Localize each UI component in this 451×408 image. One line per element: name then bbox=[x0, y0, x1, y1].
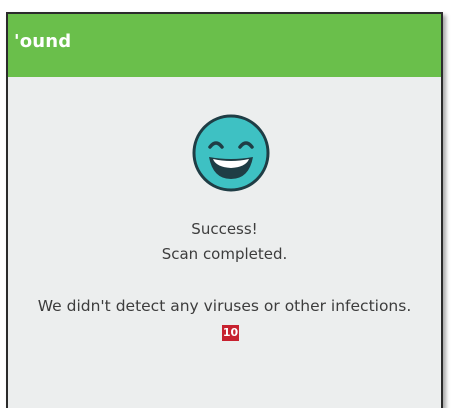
window-title: 'ound bbox=[14, 31, 72, 52]
annotation-badge: 10 bbox=[222, 325, 239, 341]
title-bar: 'ound bbox=[8, 14, 441, 77]
success-heading: Success! bbox=[191, 220, 258, 238]
scan-result-window: 'ound Success! Scan completed. We didn't… bbox=[6, 12, 443, 408]
no-threats-message: We didn't detect any viruses or other in… bbox=[37, 297, 412, 315]
scan-result-panel: Success! Scan completed. We didn't detec… bbox=[8, 77, 441, 408]
smiley-face-icon bbox=[192, 114, 270, 192]
scan-completed-text: Scan completed. bbox=[161, 245, 288, 263]
